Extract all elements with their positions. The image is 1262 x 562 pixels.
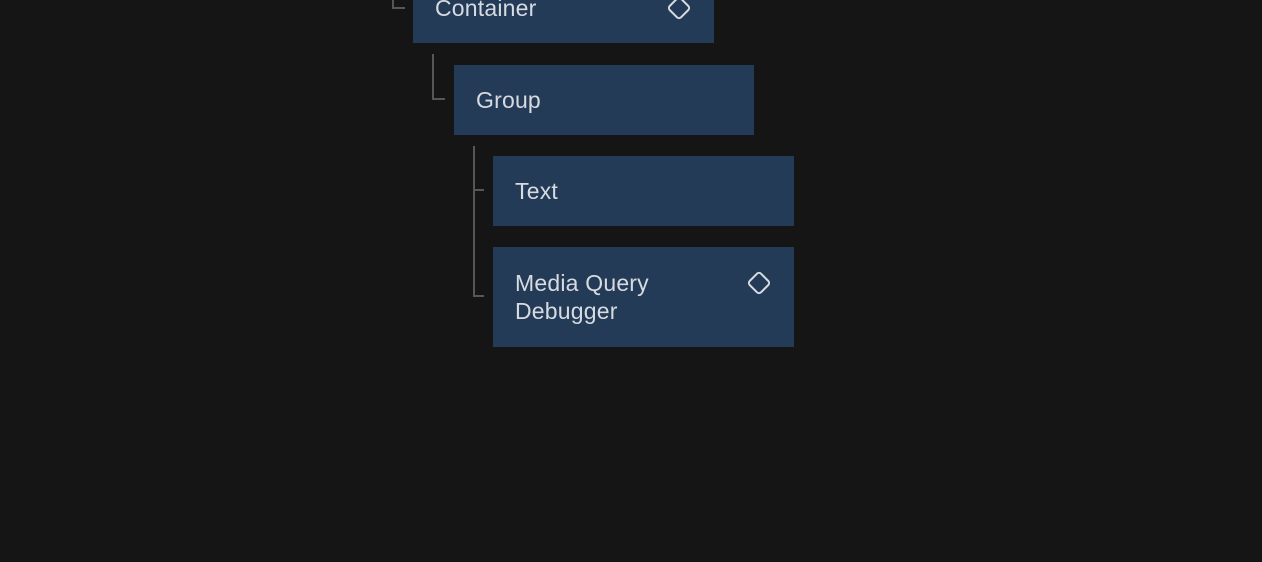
tree-node-label: Container [435, 0, 537, 21]
tree-node-label: Group [476, 87, 541, 113]
tree-connector-children-stem [473, 146, 484, 297]
diamond-icon [666, 0, 692, 21]
tree-connector-group-elbow [432, 54, 445, 100]
tree-node-label: Text [515, 178, 558, 204]
tree-node-group[interactable]: Group [454, 65, 754, 135]
layer-tree-canvas: Container Group Text Media Query Debugge… [0, 0, 1262, 562]
diamond-icon [746, 270, 772, 296]
tree-connector-container-elbow [392, 0, 405, 9]
tree-node-text[interactable]: Text [493, 156, 794, 226]
tree-node-media-query-debugger[interactable]: Media Query Debugger [493, 247, 794, 347]
tree-node-label: Media Query Debugger [515, 270, 649, 324]
tree-connector-text-tick [475, 189, 484, 191]
tree-node-container[interactable]: Container [413, 0, 714, 43]
